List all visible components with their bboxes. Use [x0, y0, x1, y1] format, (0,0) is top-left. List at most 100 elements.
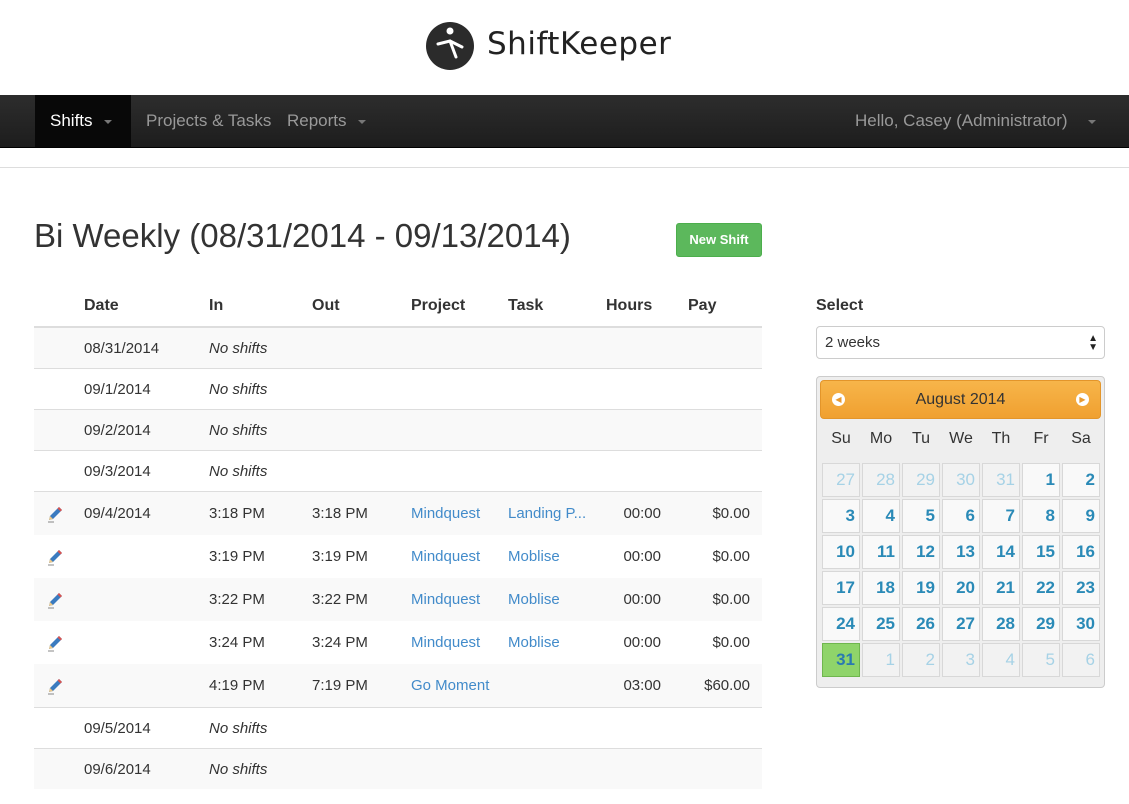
calendar-day[interactable]: 18 [862, 571, 900, 605]
hours-cell: 00:00 [623, 548, 661, 565]
calendar-day[interactable]: 1 [862, 643, 900, 677]
pencil-icon[interactable] [46, 591, 64, 609]
pay-cell: $0.00 [673, 578, 762, 621]
calendar-day[interactable]: 20 [942, 571, 980, 605]
hours-cell: 00:00 [623, 634, 661, 651]
new-shift-button[interactable]: New Shift [676, 223, 762, 257]
calendar-day[interactable]: 25 [862, 607, 900, 641]
project-link[interactable]: Mindquest [411, 634, 480, 651]
calendar-day[interactable]: 30 [1062, 607, 1100, 641]
calendar-day[interactable]: 9 [1062, 499, 1100, 533]
date-cell: 09/2/2014 [84, 409, 209, 451]
nav-projects-tasks[interactable]: Projects & Tasks [146, 95, 271, 147]
top-navbar: Shifts Projects & Tasks Reports Hello, C… [0, 95, 1129, 148]
header-hours: Hours [606, 286, 673, 328]
task-link[interactable]: Moblise [508, 548, 560, 565]
pencil-icon[interactable] [46, 677, 64, 695]
calendar-day[interactable]: 17 [822, 571, 860, 605]
calendar-day[interactable]: 27 [942, 607, 980, 641]
calendar-day[interactable]: 27 [822, 463, 860, 497]
table-row: 08/31/2014 No shifts [34, 326, 762, 369]
calendar-day[interactable]: 15 [1022, 535, 1060, 569]
period-select[interactable]: 2 weeks ▲ ▼ [816, 326, 1105, 359]
period-select-value: 2 weeks [825, 334, 881, 351]
project-link[interactable]: Go Moment [411, 677, 489, 694]
select-label: Select [816, 297, 864, 314]
hours-cell: 00:00 [606, 578, 673, 621]
clock-logo-icon [426, 22, 474, 70]
project-link[interactable]: Mindquest [411, 591, 480, 608]
out-cell: 3:24 PM [312, 634, 368, 651]
calendar-day[interactable]: 26 [902, 607, 940, 641]
calendar-day-selected[interactable]: 31 [822, 643, 860, 677]
calendar-day[interactable]: 13 [942, 535, 980, 569]
nav-user-menu[interactable]: Hello, Casey (Administrator) [855, 95, 1096, 147]
table-row: 3:19 PM 3:19 PM Mindquest Moblise 00:00 … [34, 535, 762, 578]
weekday-label: Sa [1071, 430, 1091, 447]
out-cell: 3:18 PM [312, 491, 411, 535]
calendar-day[interactable]: 4 [862, 499, 900, 533]
no-shifts-cell: No shifts [209, 450, 762, 492]
calendar-day[interactable]: 22 [1022, 571, 1060, 605]
calendar-day[interactable]: 19 [902, 571, 940, 605]
task-link[interactable]: Moblise [508, 634, 560, 651]
calendar-day[interactable]: 23 [1062, 571, 1100, 605]
pencil-icon[interactable] [46, 505, 64, 523]
calendar-day[interactable]: 2 [902, 643, 940, 677]
in-cell: 4:19 PM [209, 664, 312, 708]
project-link[interactable]: Mindquest [411, 505, 480, 522]
brand-name[interactable]: ShiftKeeper [487, 26, 671, 62]
date-cell: 09/1/2014 [84, 368, 209, 410]
header-edit [34, 286, 84, 328]
calendar-day[interactable]: 2 [1062, 463, 1100, 497]
calendar-day[interactable]: 6 [1062, 643, 1100, 677]
header-out: Out [312, 286, 411, 328]
task-link[interactable]: Landing P... [508, 505, 586, 522]
calendar-day[interactable]: 21 [982, 571, 1020, 605]
calendar-day[interactable]: 30 [942, 463, 980, 497]
header-project: Project [411, 286, 508, 328]
calendar-day[interactable]: 31 [982, 463, 1020, 497]
weekday-label: Su [831, 430, 851, 447]
in-cell: 3:24 PM [209, 634, 265, 651]
calendar-day[interactable]: 12 [902, 535, 940, 569]
datepicker-grid: Su Mo Tu We Th Fr Sa 27 28 29 30 31 1 2 3 4 5 6 7 8 9 10 11 12 1… [820, 419, 1101, 677]
calendar-day[interactable]: 3 [942, 643, 980, 677]
pencil-icon[interactable] [46, 548, 64, 566]
next-month-icon[interactable]: ▶ [1076, 393, 1089, 406]
date-cell: 09/3/2014 [84, 450, 209, 492]
nav-shifts[interactable]: Shifts [35, 95, 131, 147]
table-row: 3:22 PM 3:22 PM Mindquest Moblise 00:00 … [34, 578, 762, 621]
project-link[interactable]: Mindquest [411, 548, 480, 565]
calendar-day[interactable]: 1 [1022, 463, 1060, 497]
calendar-day[interactable]: 28 [862, 463, 900, 497]
calendar-day[interactable]: 3 [822, 499, 860, 533]
calendar-day[interactable]: 4 [982, 643, 1020, 677]
pencil-icon[interactable] [46, 634, 64, 652]
date-cell [84, 664, 209, 708]
calendar-day[interactable]: 24 [822, 607, 860, 641]
header-in: In [209, 286, 312, 328]
calendar-day[interactable]: 28 [982, 607, 1020, 641]
table-row: 09/4/2014 3:18 PM 3:18 PM Mindquest Land… [34, 491, 762, 535]
calendar-day[interactable]: 16 [1062, 535, 1100, 569]
calendar-day[interactable]: 11 [862, 535, 900, 569]
period-sidebar: Select 2 weeks ▲ ▼ ◀ August 2014 ▶ Su Mo Tu… [816, 297, 1105, 688]
date-cell: 08/31/2014 [84, 326, 209, 369]
calendar-day[interactable]: 14 [982, 535, 1020, 569]
calendar-day[interactable]: 7 [982, 499, 1020, 533]
weekday-label: Fr [1033, 430, 1049, 447]
out-cell: 3:22 PM [312, 578, 411, 621]
calendar-day[interactable]: 5 [902, 499, 940, 533]
calendar-day[interactable]: 6 [942, 499, 980, 533]
nav-reports[interactable]: Reports [287, 95, 366, 147]
task-link[interactable]: Moblise [508, 591, 560, 608]
chevron-down-icon [103, 119, 112, 124]
hours-cell: 03:00 [606, 664, 673, 708]
calendar-day[interactable]: 29 [1022, 607, 1060, 641]
calendar-day[interactable]: 29 [902, 463, 940, 497]
prev-month-icon[interactable]: ◀ [832, 393, 845, 406]
calendar-day[interactable]: 8 [1022, 499, 1060, 533]
calendar-day[interactable]: 10 [822, 535, 860, 569]
calendar-day[interactable]: 5 [1022, 643, 1060, 677]
